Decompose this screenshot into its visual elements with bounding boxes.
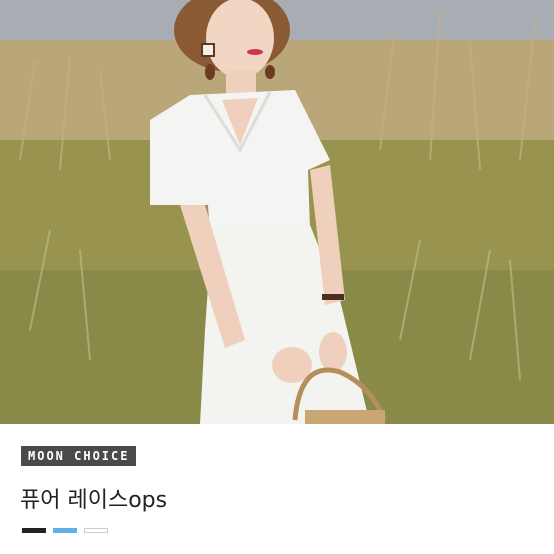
color-swatch-white[interactable] (84, 528, 108, 533)
color-swatch-group (22, 528, 108, 533)
moon-choice-badge: MOON CHOICE (21, 446, 137, 466)
product-card[interactable]: MOON CHOICE 퓨어 레이스ops (0, 0, 554, 554)
product-name[interactable]: 퓨어 레이스ops (20, 482, 167, 514)
color-swatch-black[interactable] (22, 528, 46, 533)
product-photo-illustration (0, 0, 554, 424)
color-swatch-sky-blue[interactable] (53, 528, 77, 533)
product-photo[interactable] (0, 0, 554, 424)
